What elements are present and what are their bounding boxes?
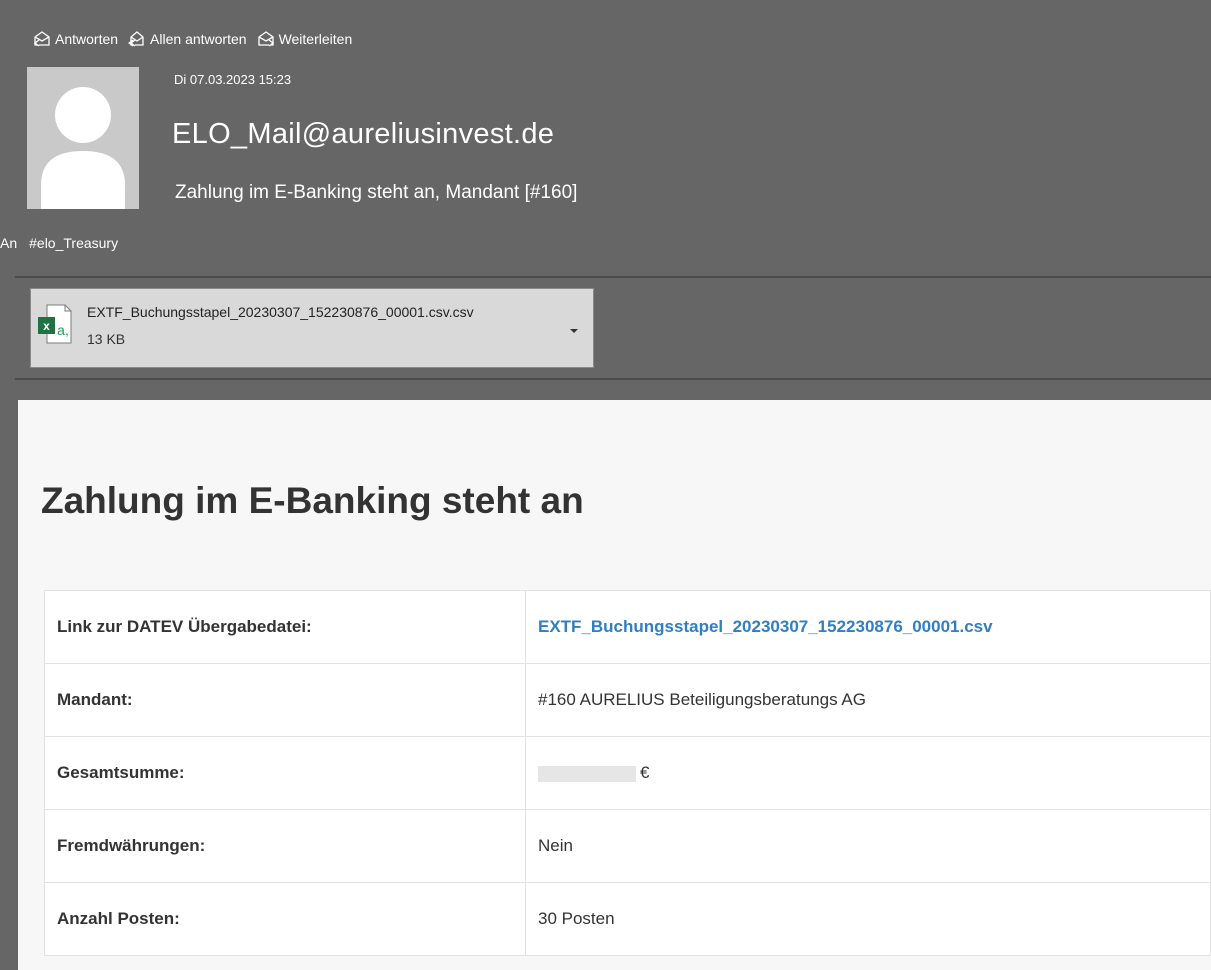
attachment-name: EXTF_Buchungsstapel_20230307_152230876_0…: [87, 304, 474, 320]
datev-file-link[interactable]: EXTF_Buchungsstapel_20230307_152230876_0…: [538, 617, 993, 636]
row-value: €: [525, 736, 1211, 810]
left-margin-bar: [0, 400, 18, 970]
recipient-line: An #elo_Treasury: [0, 235, 118, 251]
chevron-down-icon[interactable]: [567, 323, 581, 337]
row-value: 30 Posten: [525, 882, 1211, 956]
row-value: #160 AURELIUS Beteiligungsberatungs AG: [525, 663, 1211, 737]
forward-button[interactable]: Weiterleiten: [257, 30, 353, 48]
row-label: Fremdwährungen:: [44, 809, 526, 883]
person-placeholder-icon: [27, 67, 139, 209]
sender-address[interactable]: ELO_Mail@aureliusinvest.de: [172, 118, 554, 151]
table-row: Anzahl Posten: 30 Posten: [44, 882, 1211, 956]
header-divider: [15, 276, 1211, 278]
info-table: Link zur DATEV Übergabedatei: EXTF_Buchu…: [44, 590, 1211, 956]
reply-label: Antworten: [55, 31, 119, 47]
reply-all-label: Allen antworten: [150, 31, 247, 47]
body-title: Zahlung im E-Banking steht an: [41, 480, 584, 521]
row-label: Link zur DATEV Übergabedatei:: [44, 590, 526, 664]
excel-csv-file-icon: x a,: [38, 304, 72, 344]
svg-text:a,: a,: [57, 322, 69, 338]
message-date: Di 07.03.2023 15:23: [174, 72, 292, 87]
message-header: Antworten Allen antworten Weiterleiten D…: [0, 0, 1211, 400]
row-label: Mandant:: [44, 663, 526, 737]
currency-symbol: €: [640, 763, 650, 782]
forward-label: Weiterleiten: [278, 31, 353, 47]
svg-text:x: x: [43, 319, 50, 333]
attachment-divider: [15, 378, 1211, 380]
table-row: Mandant: #160 AURELIUS Beteiligungsberat…: [44, 663, 1211, 737]
row-label: Anzahl Posten:: [44, 882, 526, 956]
message-subject: Zahlung im E-Banking steht an, Mandant […: [175, 182, 578, 203]
table-row: Fremdwährungen: Nein: [44, 809, 1211, 883]
attachment-size: 13 KB: [87, 331, 126, 347]
reply-all-button[interactable]: Allen antworten: [128, 30, 247, 48]
row-value: Nein: [525, 809, 1211, 883]
recipient[interactable]: #elo_Treasury: [29, 235, 118, 251]
table-row: Link zur DATEV Übergabedatei: EXTF_Buchu…: [44, 590, 1211, 664]
reply-all-icon: [128, 31, 144, 47]
message-body: Zahlung im E-Banking steht an Link zur D…: [18, 400, 1211, 970]
row-value: EXTF_Buchungsstapel_20230307_152230876_0…: [525, 590, 1211, 664]
redacted-amount: [538, 765, 636, 782]
table-row: Gesamtsumme: €: [44, 736, 1211, 810]
reply-icon: [33, 31, 50, 47]
reply-button[interactable]: Antworten: [33, 30, 118, 48]
row-label: Gesamtsumme:: [44, 736, 526, 810]
to-label: An: [0, 235, 18, 251]
message-actions: Antworten Allen antworten Weiterleiten: [33, 27, 352, 51]
attachment-item[interactable]: x a, EXTF_Buchungsstapel_20230307_152230…: [30, 288, 594, 368]
forward-icon: [257, 31, 274, 47]
sender-avatar: [27, 67, 139, 209]
